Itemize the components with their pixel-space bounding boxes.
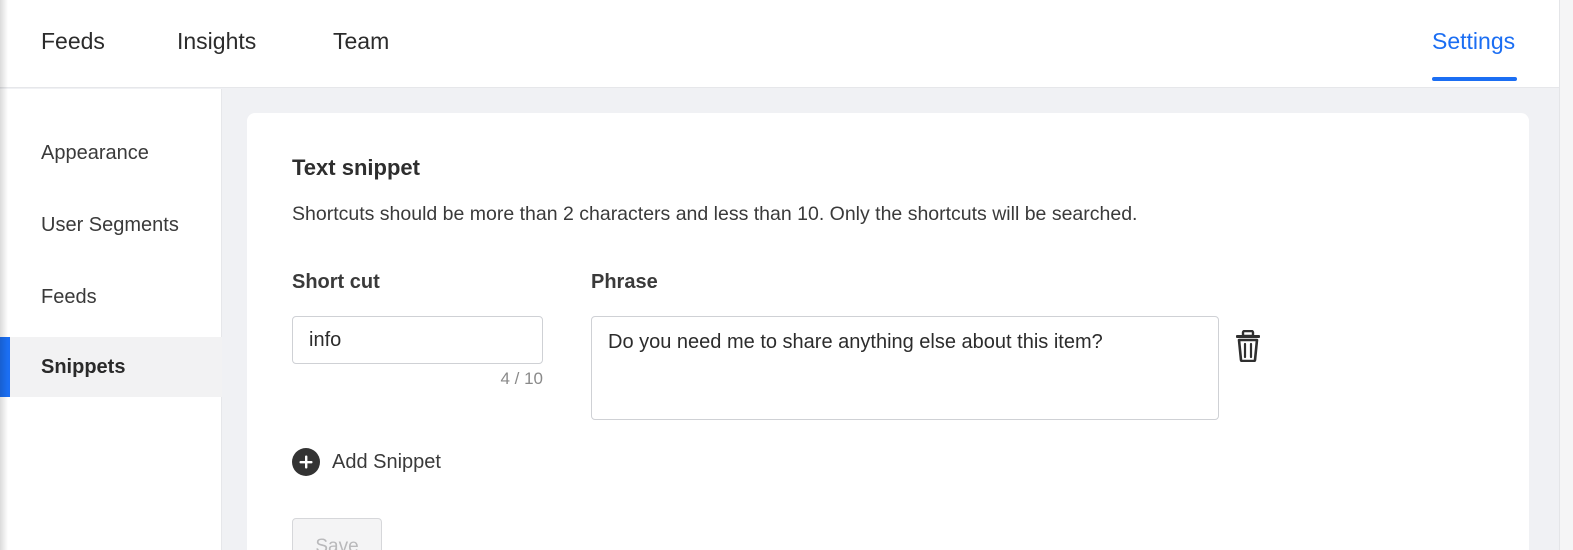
app-window: Feeds Insights Team Settings Appearance … [0, 0, 1573, 550]
tab-insights[interactable]: Insights [177, 27, 256, 55]
phrase-input[interactable]: Do you need me to share anything else ab… [591, 316, 1219, 420]
shortcut-label: Short cut [292, 271, 380, 293]
sidebar-item-snippets[interactable]: Snippets [0, 337, 222, 397]
snippets-card: Text snippet Shortcuts should be more th… [247, 113, 1529, 550]
trash-icon[interactable] [1234, 329, 1262, 363]
shortcut-input[interactable] [292, 316, 543, 364]
add-snippet-button[interactable]: Add Snippet [292, 447, 441, 477]
sidebar-item-appearance[interactable]: Appearance [0, 123, 222, 183]
section-title: Text snippet [292, 155, 420, 180]
phrase-label: Phrase [591, 271, 658, 293]
plus-circle-icon [292, 448, 320, 476]
top-navigation: Feeds Insights Team Settings [0, 0, 1559, 88]
tab-team[interactable]: Team [333, 27, 389, 55]
scrollbar-track[interactable] [1559, 0, 1573, 550]
shortcut-char-count: 4 / 10 [500, 369, 543, 388]
sidebar-item-user-segments[interactable]: User Segments [0, 195, 222, 255]
settings-sidebar: Appearance User Segments Feeds Snippets [0, 89, 222, 550]
tab-feeds[interactable]: Feeds [41, 27, 105, 55]
add-snippet-label: Add Snippet [332, 450, 441, 473]
active-tab-indicator [1432, 77, 1517, 81]
window-edge-shadow [0, 0, 8, 550]
sidebar-item-feeds[interactable]: Feeds [0, 267, 222, 327]
tab-settings[interactable]: Settings [1432, 27, 1515, 55]
save-button[interactable]: Save [292, 518, 382, 550]
section-description: Shortcuts should be more than 2 characte… [292, 203, 1138, 225]
